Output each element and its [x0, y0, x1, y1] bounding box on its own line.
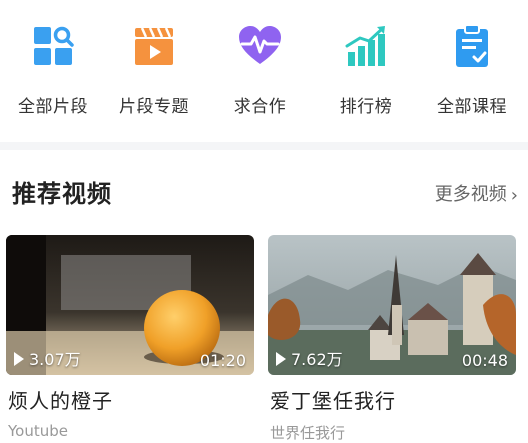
nav-item-clip-topics[interactable]: 片段专题	[101, 22, 207, 117]
video-source: 世界任我行	[270, 424, 346, 442]
nav-item-all-clips[interactable]: 全部片段	[0, 22, 106, 117]
more-videos-link[interactable]: 更多视频 ›	[435, 180, 518, 206]
video-duration: 01:20	[199, 351, 246, 370]
view-count: 7.62万	[276, 346, 343, 370]
chevron-right-icon: ›	[510, 185, 518, 206]
nav-item-leaderboard[interactable]: 排行榜	[313, 22, 419, 117]
clipboard-check-icon	[456, 24, 488, 67]
video-duration: 00:48	[461, 351, 508, 370]
video-title[interactable]: 烦人的橙子	[6, 385, 254, 414]
nav-label: 求合作	[233, 97, 287, 117]
video-thumbnail[interactable]: 3.07万 01:20	[6, 235, 254, 375]
play-icon	[276, 352, 286, 366]
nav-label: 排行榜	[339, 97, 393, 117]
grid-search-icon	[34, 26, 74, 65]
video-source: Youtube	[8, 422, 68, 440]
clapperboard-icon	[135, 27, 173, 65]
video-card[interactable]: 3.07万 01:20 烦人的橙子 Youtube	[6, 235, 254, 440]
more-videos-label: 更多视频	[434, 184, 507, 205]
nav-item-cooperation[interactable]: 求合作	[207, 22, 313, 117]
section-divider	[0, 142, 528, 150]
bar-chart-icon	[345, 26, 385, 66]
nav-label: 全部课程	[437, 97, 507, 117]
video-thumbnail[interactable]: 7.62万 00:48	[268, 235, 516, 375]
video-card[interactable]: 7.62万 00:48 爱丁堡任我行 世界任我行	[268, 235, 516, 443]
section-title: 推荐视频	[12, 180, 112, 208]
nav-item-all-courses[interactable]: 全部课程	[419, 22, 525, 117]
nav-label: 片段专题	[119, 97, 189, 117]
video-title[interactable]: 爱丁堡任我行	[268, 385, 516, 414]
recommended-header: 推荐视频 更多视频 ›	[0, 168, 528, 218]
nav-label: 全部片段	[18, 97, 88, 117]
heartbeat-icon	[239, 26, 281, 64]
play-icon	[14, 352, 24, 366]
view-count: 3.07万	[14, 346, 81, 370]
category-nav: 全部片段 片段专题 求合作 排行榜 全部课程	[0, 0, 528, 130]
